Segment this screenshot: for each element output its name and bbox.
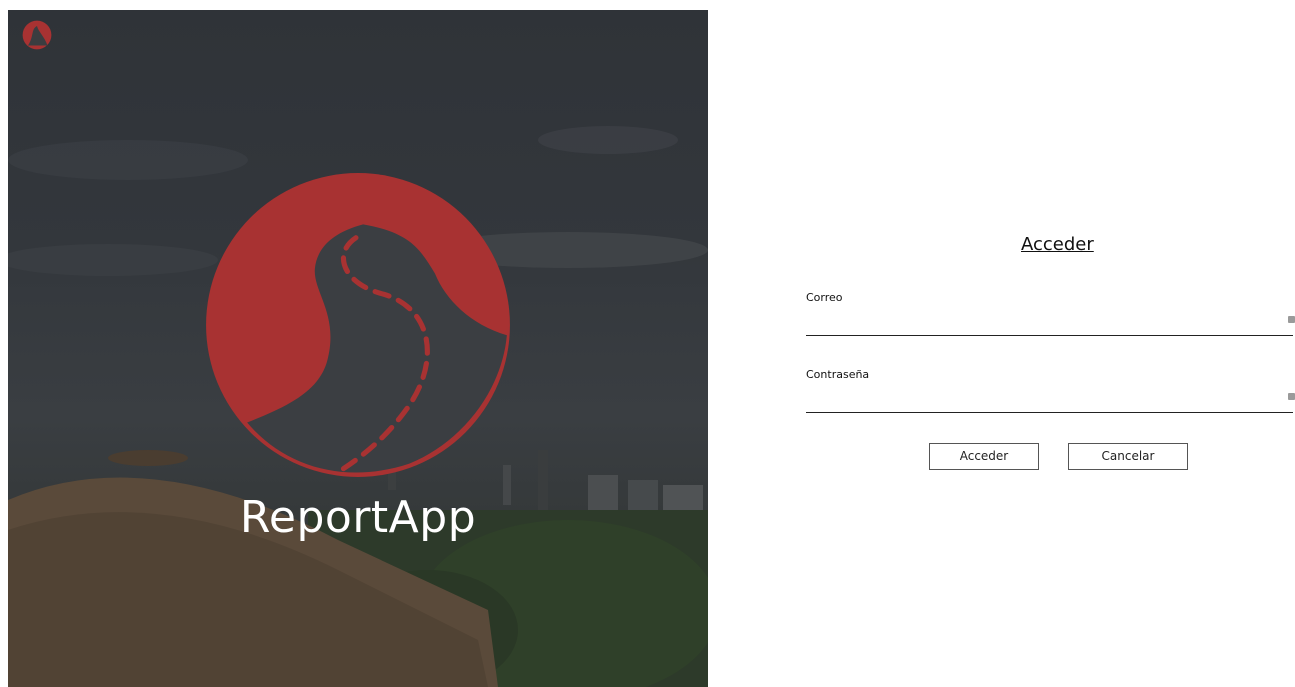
- autofill-icon[interactable]: [1288, 316, 1295, 323]
- corner-logo-icon: [22, 20, 52, 50]
- cancel-button[interactable]: Cancelar: [1068, 443, 1188, 470]
- password-label: Contraseña: [806, 368, 870, 381]
- login-page: ReportApp Acceder Correo Contraseña Acce…: [0, 0, 1295, 687]
- email-field[interactable]: [806, 313, 1293, 336]
- autofill-icon[interactable]: [1288, 393, 1295, 400]
- email-label: Correo: [806, 291, 843, 304]
- road-icon: [206, 173, 510, 477]
- hero-panel: ReportApp: [8, 10, 708, 687]
- brand-name: ReportApp: [239, 492, 477, 543]
- form-title: Acceder: [1021, 234, 1094, 255]
- password-field[interactable]: [806, 390, 1293, 413]
- submit-button[interactable]: Acceder: [929, 443, 1039, 470]
